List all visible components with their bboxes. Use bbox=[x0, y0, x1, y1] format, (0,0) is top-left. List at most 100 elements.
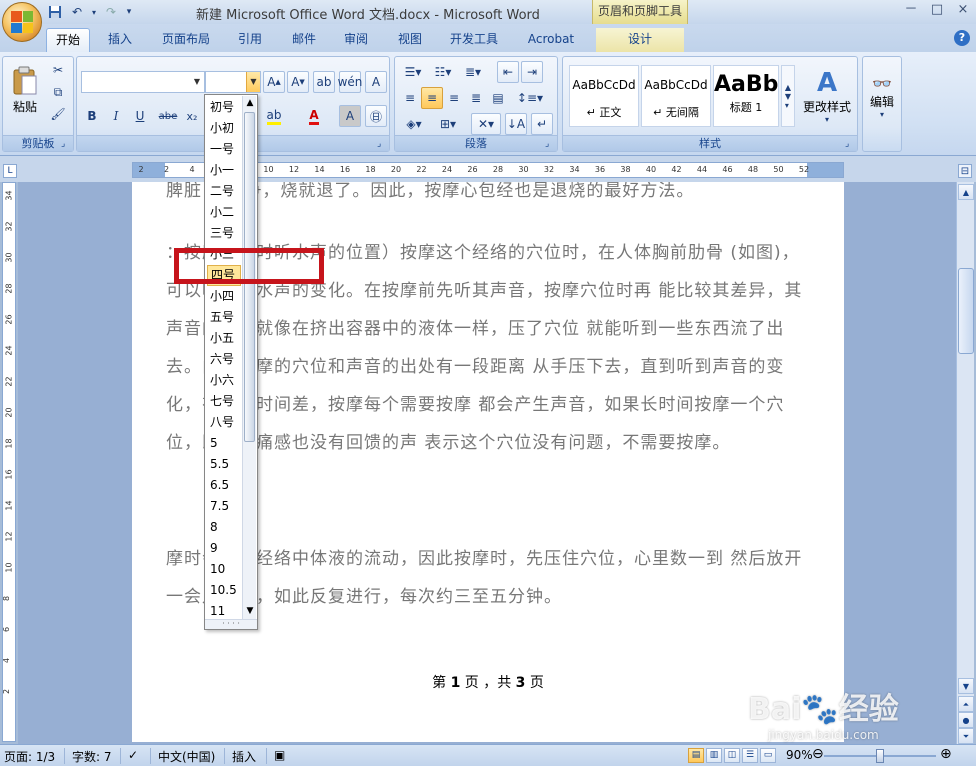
font-size-option[interactable]: 四号 bbox=[207, 265, 241, 286]
macro-record-icon[interactable]: ▣ bbox=[274, 748, 285, 762]
font-size-combo[interactable]: ▼ bbox=[205, 71, 261, 93]
tab-page-layout[interactable]: 页面布局 bbox=[154, 28, 218, 52]
font-size-dropdown-list[interactable]: 初号 小初 一号 小一 二号 小二 三号 小三 四号 小四 五号 小五 六号 小六 七号 八号 5 5.5 6.5 7… bbox=[204, 94, 258, 630]
font-name-dropdown-icon[interactable]: ▼ bbox=[190, 72, 204, 92]
clipboard-launcher-icon[interactable]: ⌟ bbox=[61, 139, 71, 149]
asian-layout-icon[interactable]: ✕▾ bbox=[471, 113, 501, 135]
phonetic-guide-icon[interactable]: wén bbox=[338, 71, 362, 93]
tab-mailings[interactable]: 邮件 bbox=[282, 28, 326, 52]
styles-launcher-icon[interactable]: ⌟ bbox=[845, 139, 855, 149]
font-size-dropdown-icon[interactable]: ▼ bbox=[246, 72, 260, 92]
align-right-icon[interactable]: ≡ bbox=[443, 87, 465, 109]
font-size-option[interactable]: 初号 bbox=[207, 97, 241, 118]
copy-icon[interactable]: ⧉ bbox=[47, 81, 69, 103]
font-size-option[interactable]: 二号 bbox=[207, 181, 241, 202]
show-marks-icon[interactable]: ↵ bbox=[531, 113, 553, 135]
line-spacing-icon[interactable]: ↕≡▾ bbox=[513, 87, 547, 109]
paste-button[interactable]: 粘贴 bbox=[7, 59, 43, 121]
page-footer[interactable]: 第 1 页 ，共 3 页 bbox=[132, 672, 844, 692]
style-no-spacing[interactable]: AaBbCcDd ↵ 无间隔 bbox=[641, 65, 711, 127]
dropdown-scroll-thumb[interactable] bbox=[244, 112, 255, 442]
character-border-icon[interactable]: A bbox=[365, 71, 387, 93]
tab-design[interactable]: 设计 bbox=[596, 28, 684, 52]
italic-icon[interactable]: I bbox=[105, 105, 127, 127]
paragraph-launcher-icon[interactable]: ⌟ bbox=[545, 139, 555, 149]
page-indicator[interactable]: 页面: 1/3 bbox=[4, 748, 55, 765]
redo-icon[interactable]: ↷ bbox=[102, 3, 120, 21]
font-size-option[interactable]: 七号 bbox=[207, 391, 241, 412]
minimize-button[interactable]: － bbox=[898, 0, 924, 22]
clear-format-icon[interactable]: ab bbox=[313, 71, 335, 93]
paragraph-1[interactable]: 脾脏 场战争，烧就退了。因此，按摩心包经也是退烧的最好方法。 bbox=[166, 182, 816, 210]
help-icon[interactable]: ? bbox=[954, 30, 970, 46]
font-size-option[interactable]: 10 bbox=[207, 559, 241, 580]
align-left-icon[interactable]: ≡ bbox=[399, 87, 421, 109]
full-screen-reading-view-icon[interactable]: ▥ bbox=[706, 748, 722, 763]
font-size-option[interactable]: 小四 bbox=[207, 286, 241, 307]
bullets-icon[interactable]: ☰▾ bbox=[399, 61, 427, 83]
tab-view[interactable]: 视图 bbox=[388, 28, 432, 52]
editing-button[interactable]: 👓 编辑 ▾ bbox=[865, 61, 899, 131]
print-layout-view-icon[interactable]: ▤ bbox=[688, 748, 704, 763]
paragraph-3[interactable]: 摩时会阻断经络中体液的流动，因此按摩时，先压住穴位，心里数一到 然后放开一会儿再… bbox=[166, 540, 816, 616]
font-name-combo[interactable]: ▼ bbox=[81, 71, 205, 93]
shrink-font-icon[interactable]: A ▼ bbox=[287, 71, 309, 93]
next-page-icon[interactable]: ⏷ bbox=[958, 728, 974, 744]
multilevel-list-icon[interactable]: ≣▾ bbox=[459, 61, 487, 83]
numbering-icon[interactable]: ☷▾ bbox=[429, 61, 457, 83]
undo-icon[interactable]: ↶ bbox=[68, 3, 86, 21]
grow-font-icon[interactable]: A ▲ bbox=[263, 71, 285, 93]
highlight-color-icon[interactable]: ab bbox=[263, 105, 285, 127]
style-heading1[interactable]: AaBb 标题 1 bbox=[713, 65, 779, 127]
subscript-icon[interactable]: x₂ bbox=[181, 105, 203, 127]
save-icon[interactable] bbox=[46, 3, 64, 21]
tab-insert[interactable]: 插入 bbox=[100, 28, 140, 52]
zoom-level[interactable]: 90% bbox=[786, 748, 813, 762]
dropdown-scroll-down-icon[interactable]: ▼ bbox=[243, 604, 257, 618]
style-normal[interactable]: AaBbCcDd ↵ 正文 bbox=[569, 65, 639, 127]
enclose-characters-icon[interactable]: ㊐ bbox=[365, 105, 387, 127]
zoom-out-icon[interactable]: ⊖ bbox=[812, 746, 824, 762]
font-size-option[interactable]: 小六 bbox=[207, 370, 241, 391]
scroll-up-icon[interactable]: ▲ bbox=[958, 184, 974, 200]
customize-qat-icon[interactable]: ▾ bbox=[124, 3, 134, 21]
font-size-option[interactable]: 5.5 bbox=[207, 454, 241, 475]
font-size-option[interactable]: 五号 bbox=[207, 307, 241, 328]
tab-home[interactable]: 开始 bbox=[46, 28, 90, 52]
font-color-icon[interactable]: A bbox=[303, 105, 325, 127]
font-size-option[interactable]: 5 bbox=[207, 433, 241, 454]
bold-icon[interactable]: B bbox=[81, 105, 103, 127]
zoom-slider-thumb[interactable] bbox=[876, 749, 884, 763]
language-indicator[interactable]: 中文(中国) bbox=[158, 748, 215, 765]
borders-icon[interactable]: ⊞▾ bbox=[433, 113, 463, 135]
decrease-indent-icon[interactable]: ⇤ bbox=[497, 61, 519, 83]
word-count[interactable]: 字数: 7 bbox=[72, 748, 112, 765]
cut-icon[interactable]: ✂ bbox=[47, 59, 69, 81]
outline-view-icon[interactable]: ☰ bbox=[742, 748, 758, 763]
tab-selector-icon[interactable]: L bbox=[3, 164, 17, 178]
font-size-option[interactable]: 小二 bbox=[207, 202, 241, 223]
font-size-option[interactable]: 7.5 bbox=[207, 496, 241, 517]
font-size-option[interactable]: 小一 bbox=[207, 160, 241, 181]
insert-mode-indicator[interactable]: 插入 bbox=[232, 748, 256, 765]
tab-review[interactable]: 审阅 bbox=[334, 28, 378, 52]
font-size-option[interactable]: 小三 bbox=[207, 244, 241, 265]
font-launcher-icon[interactable]: ⌟ bbox=[377, 139, 387, 149]
font-size-option[interactable]: 一号 bbox=[207, 139, 241, 160]
web-layout-view-icon[interactable]: ◫ bbox=[724, 748, 740, 763]
dropdown-scrollbar[interactable]: ▲ ▼ bbox=[242, 96, 256, 620]
font-size-option[interactable]: 10.5 bbox=[207, 580, 241, 601]
maximize-button[interactable]: □ bbox=[924, 0, 950, 22]
styles-scroll-icon[interactable]: ▲ ▼ ▾ bbox=[781, 65, 795, 127]
sort-icon[interactable]: ↓A bbox=[505, 113, 527, 135]
tab-references[interactable]: 引用 bbox=[228, 28, 272, 52]
shading-icon[interactable]: ◈▾ bbox=[399, 113, 429, 135]
close-button[interactable]: × bbox=[950, 0, 976, 22]
font-size-option[interactable]: 9 bbox=[207, 538, 241, 559]
distributed-icon[interactable]: ▤ bbox=[487, 87, 509, 109]
undo-dropdown-icon[interactable]: ▾ bbox=[90, 3, 98, 21]
font-size-option[interactable]: 八号 bbox=[207, 412, 241, 433]
view-ruler-icon[interactable]: ⊟ bbox=[958, 164, 972, 178]
font-size-option[interactable]: 六号 bbox=[207, 349, 241, 370]
dropdown-resize-grip[interactable]: · · · · bbox=[205, 619, 257, 629]
